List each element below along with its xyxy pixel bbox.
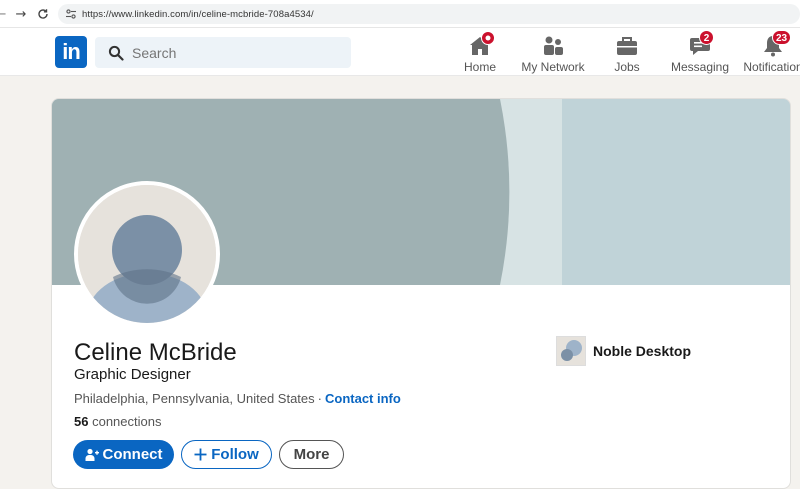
site-settings-icon[interactable] <box>64 7 78 21</box>
forward-arrow-icon[interactable]: → <box>10 3 32 25</box>
nav-home-label: Home <box>463 60 496 74</box>
nav-messaging-label: Messaging <box>670 60 730 74</box>
connect-button[interactable]: Connect <box>73 440 174 469</box>
profile-card: Celine McBride Graphic Designer Philadel… <box>51 98 791 489</box>
nav-messaging[interactable]: 2 Messaging <box>660 30 740 74</box>
profile-headline: Graphic Designer <box>74 366 191 383</box>
separator-dot: · <box>317 391 322 406</box>
linkedin-logo[interactable]: in <box>55 36 87 68</box>
connect-label: Connect <box>102 446 163 463</box>
browser-toolbar: ← → https://www.linkedin.com/in/celine-m… <box>0 0 800 28</box>
nav-jobs[interactable]: Jobs <box>587 32 667 74</box>
search-input[interactable] <box>132 44 313 61</box>
company-logo <box>556 336 586 366</box>
messaging-badge: 2 <box>699 30 714 45</box>
contact-info-link[interactable]: Contact info <box>325 391 401 406</box>
connections-count[interactable]: 56 connections <box>74 414 161 429</box>
company-name: Noble Desktop <box>593 343 692 359</box>
follow-button[interactable]: Follow <box>181 440 272 469</box>
nav-jobs-label: Jobs <box>614 60 640 74</box>
location-row: Philadelphia, Pennsylvania, United State… <box>74 391 401 406</box>
url-text[interactable]: https://www.linkedin.com/in/celine-mcbri… <box>82 9 314 20</box>
avatar-placeholder-icon <box>78 185 216 323</box>
address-bar[interactable]: https://www.linkedin.com/in/celine-mcbri… <box>58 4 800 24</box>
profile-name: Celine McBride <box>74 339 237 366</box>
network-icon <box>544 36 563 55</box>
search-bar[interactable] <box>95 37 351 68</box>
nav-my-network-label: My Network <box>521 60 585 74</box>
profile-photo[interactable] <box>74 181 220 327</box>
profile-location: Philadelphia, Pennsylvania, United State… <box>74 391 315 406</box>
follow-label: Follow <box>211 446 259 463</box>
nav-home[interactable]: Home <box>440 31 520 74</box>
connections-label: connections <box>92 414 162 429</box>
global-nav: in Home My Network Jobs 2 Messaging <box>0 28 800 76</box>
more-button[interactable]: More <box>279 440 344 469</box>
add-person-icon <box>85 448 99 462</box>
nav-notifications[interactable]: 23 Notification <box>733 30 800 74</box>
nav-notifications-label: Notification <box>743 60 800 74</box>
connections-number: 56 <box>74 414 89 429</box>
plus-icon <box>194 448 207 461</box>
briefcase-icon <box>617 37 637 55</box>
reload-icon[interactable] <box>32 3 54 25</box>
home-notification-dot <box>481 31 495 45</box>
more-label: More <box>293 446 330 463</box>
current-company[interactable]: Noble Desktop <box>556 336 691 366</box>
notifications-badge: 23 <box>772 30 792 45</box>
nav-my-network[interactable]: My Network <box>513 32 593 74</box>
search-icon <box>108 45 124 61</box>
